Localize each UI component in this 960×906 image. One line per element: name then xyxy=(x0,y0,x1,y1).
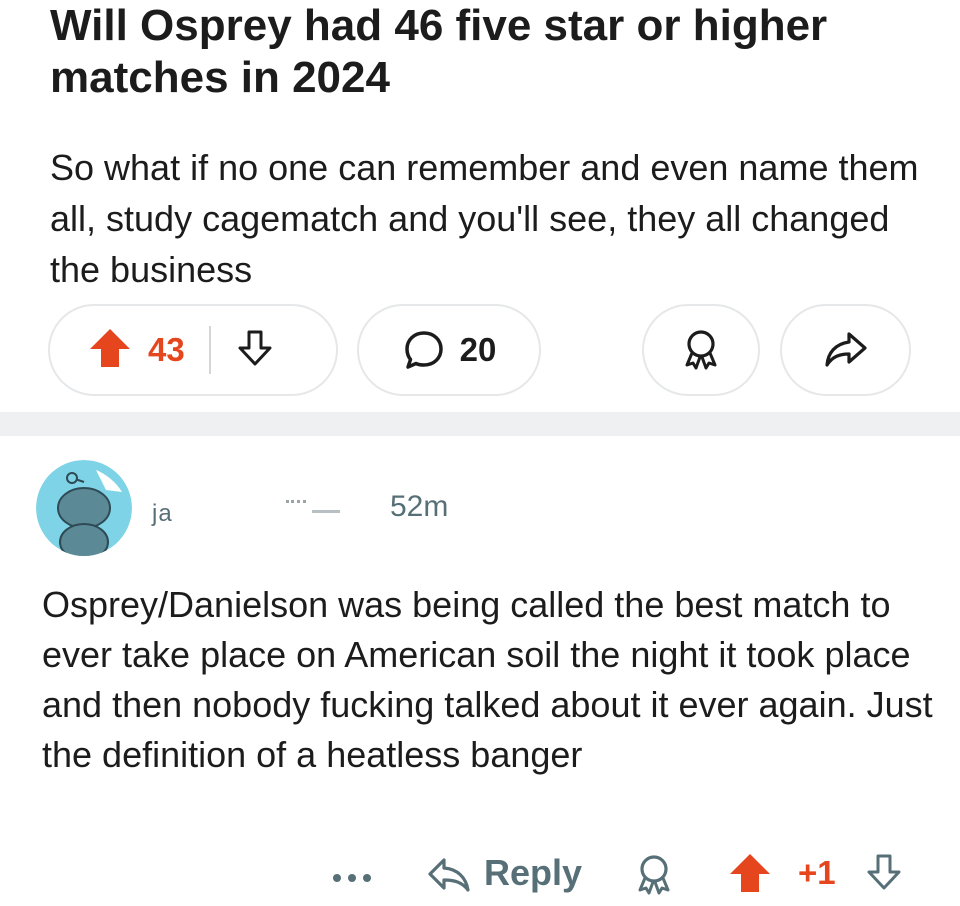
up-arrow-icon xyxy=(730,854,770,892)
comment-score: +1 xyxy=(798,854,836,891)
post-title: Will Osprey had 46 five star or higher m… xyxy=(50,1,828,102)
downvote-button[interactable] xyxy=(235,328,275,373)
comment-body: Osprey/Danielson was being called the be… xyxy=(42,584,933,775)
comment-time: 52m xyxy=(390,490,449,523)
redaction-mark xyxy=(286,500,306,506)
vote-divider xyxy=(208,326,211,374)
comments-button[interactable]: 20 xyxy=(357,304,541,396)
section-separator xyxy=(0,412,960,436)
comment-upvote-button[interactable] xyxy=(728,852,772,899)
share-button[interactable] xyxy=(780,304,911,396)
snoo-avatar-icon xyxy=(36,460,132,556)
speech-bubble-icon xyxy=(404,331,443,369)
award-icon xyxy=(638,855,670,895)
share-arrow-icon xyxy=(824,332,867,367)
comment-award-button[interactable] xyxy=(632,852,676,903)
redaction-mark xyxy=(312,510,340,513)
comment-downvote-button[interactable] xyxy=(864,852,904,897)
award-icon xyxy=(685,330,717,370)
down-arrow-icon xyxy=(867,854,901,890)
down-arrow-icon xyxy=(238,330,272,365)
reply-label[interactable]: Reply xyxy=(484,852,582,894)
ellipsis-icon xyxy=(333,874,371,882)
post-vote-bar: 43 xyxy=(48,304,338,396)
post-vote-count: 43 xyxy=(148,331,185,368)
reply-button[interactable] xyxy=(426,854,472,899)
reply-arrow-icon xyxy=(428,858,470,892)
upvote-button[interactable] xyxy=(88,327,132,374)
comment-actions: Reply +1 xyxy=(0,844,960,904)
up-arrow-icon xyxy=(90,328,130,367)
post: Will Osprey had 46 five star or higher m… xyxy=(0,0,960,412)
avatar[interactable] xyxy=(36,460,132,556)
post-body: So what if no one can remember and even … xyxy=(50,147,919,290)
comment-username[interactable]: ja xyxy=(152,500,173,528)
award-button[interactable] xyxy=(642,304,760,396)
more-options-button[interactable] xyxy=(332,870,372,888)
username-redaction xyxy=(190,494,390,520)
post-comment-count: 20 xyxy=(459,331,497,368)
